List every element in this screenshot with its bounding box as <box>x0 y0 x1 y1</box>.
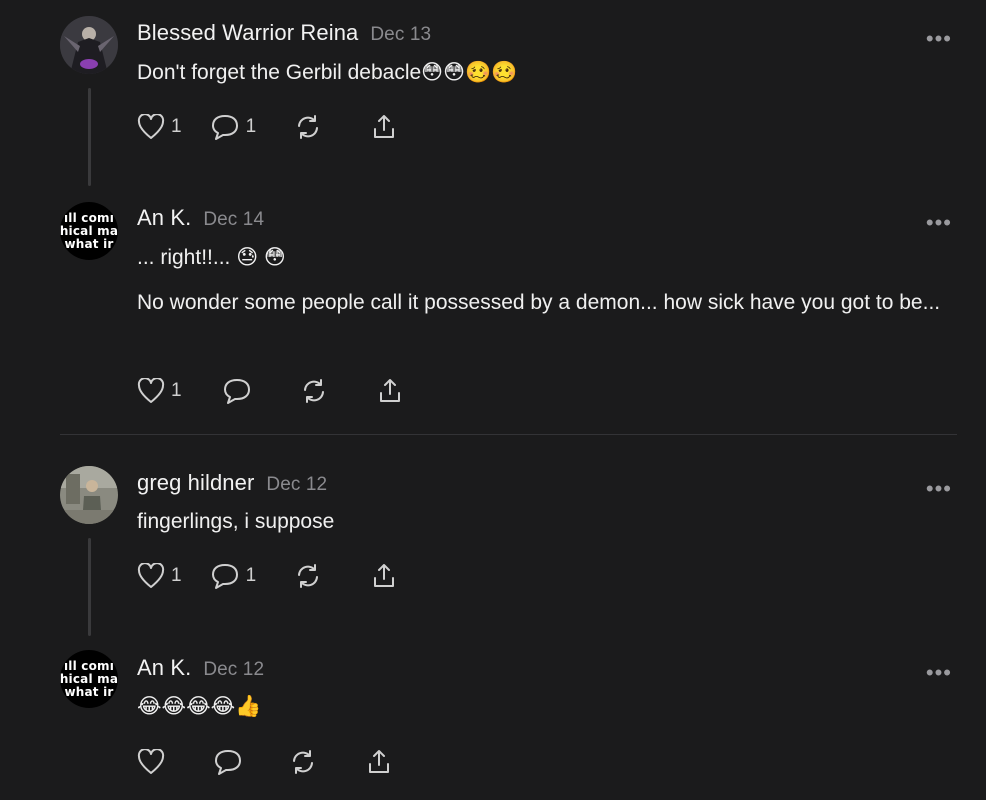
avatar[interactable]: ıll comı hical ma what ir <box>60 650 118 708</box>
comment-text: Don't forget the Gerbil debacle😳😳🥴🥴 <box>137 61 518 84</box>
share-button[interactable] <box>370 113 398 141</box>
restack-button[interactable] <box>289 748 317 776</box>
share-icon <box>369 750 389 773</box>
thread-line <box>88 88 91 186</box>
comment-bubble-icon <box>211 564 238 589</box>
like-count: 1 <box>171 565 182 586</box>
comment-date[interactable]: Dec 13 <box>370 24 431 45</box>
thread-line <box>88 538 91 636</box>
restack-button[interactable] <box>294 562 322 590</box>
warrior-avatar-icon <box>60 16 118 74</box>
like-button[interactable]: 1 <box>137 114 182 140</box>
avatar[interactable]: ıll comı hical ma what ir <box>60 202 118 260</box>
heart-icon <box>137 114 165 139</box>
avatar-line: what ir <box>64 684 114 699</box>
comment-text: ... right!!... 😓 😳 <box>137 246 286 269</box>
heart-icon <box>137 378 165 403</box>
avatar-line: what ir <box>64 236 114 251</box>
share-button[interactable] <box>370 562 398 590</box>
thread-divider <box>60 434 957 435</box>
share-icon <box>374 564 395 587</box>
avatar-line: hical ma <box>60 671 118 686</box>
like-button[interactable]: 1 <box>137 563 182 589</box>
more-options-button[interactable]: ••• <box>926 212 952 234</box>
restack-button[interactable] <box>300 377 328 405</box>
reply-button[interactable]: 1 <box>210 113 257 141</box>
avatar-line: ıll comı <box>63 658 115 673</box>
more-options-button[interactable]: ••• <box>926 28 952 50</box>
share-icon <box>374 115 395 138</box>
avatar-line: hical ma <box>60 223 118 238</box>
comment-bubble-icon <box>211 115 238 140</box>
comment-author[interactable]: An K. Dec 12 <box>137 655 264 681</box>
reply-button[interactable] <box>222 377 252 405</box>
comment-text: fingerlings, i suppose <box>137 510 335 533</box>
comment-actions: 1 1 <box>137 561 398 591</box>
reply-button[interactable] <box>213 748 243 776</box>
avatar[interactable] <box>60 16 118 74</box>
comment-bubble-icon <box>223 379 250 404</box>
comment-text-2: No wonder some people call it possessed … <box>137 291 941 314</box>
restack-icon <box>303 379 324 403</box>
person-photo-avatar-icon <box>60 466 118 524</box>
share-button[interactable] <box>365 748 393 776</box>
more-options-button[interactable]: ••• <box>926 662 952 684</box>
avatar[interactable] <box>60 466 118 524</box>
like-button[interactable] <box>137 749 165 775</box>
author-name[interactable]: greg hildner <box>137 470 254 495</box>
comment-author[interactable]: greg hildner Dec 12 <box>137 470 327 496</box>
like-count: 1 <box>171 116 182 137</box>
like-count: 1 <box>171 380 182 401</box>
reply-count: 1 <box>245 116 257 137</box>
comment-actions <box>137 747 393 777</box>
comment-author[interactable]: An K. Dec 14 <box>137 205 264 231</box>
comment-actions: 1 <box>137 376 404 406</box>
more-options-button[interactable]: ••• <box>926 478 952 500</box>
heart-icon <box>137 749 165 774</box>
avatar-text: ıll comı hical ma what ir <box>60 202 118 260</box>
like-button[interactable]: 1 <box>137 378 182 404</box>
comment-date[interactable]: Dec 14 <box>203 209 264 230</box>
restack-icon <box>298 564 319 588</box>
comment-date[interactable]: Dec 12 <box>266 474 327 495</box>
author-name[interactable]: Blessed Warrior Reina <box>137 20 358 45</box>
share-button[interactable] <box>376 377 404 405</box>
restack-icon <box>293 750 313 774</box>
comment-bubble-icon <box>215 750 241 775</box>
restack-button[interactable] <box>294 113 322 141</box>
reply-count: 1 <box>245 565 257 586</box>
comment-actions: 1 1 <box>137 112 398 142</box>
share-icon <box>379 379 400 402</box>
comment-author[interactable]: Blessed Warrior Reina Dec 13 <box>137 20 431 46</box>
author-name[interactable]: An K. <box>137 655 191 680</box>
author-name[interactable]: An K. <box>137 205 191 230</box>
avatar-text: ıll comı hical ma what ir <box>60 650 118 708</box>
heart-icon <box>137 563 165 588</box>
avatar-line: ıll comı <box>63 210 115 225</box>
comment-date[interactable]: Dec 12 <box>203 659 264 680</box>
restack-icon <box>298 115 319 139</box>
reply-button[interactable]: 1 <box>210 562 257 590</box>
comment-text: 😂😂😂😂👍 <box>137 695 262 718</box>
